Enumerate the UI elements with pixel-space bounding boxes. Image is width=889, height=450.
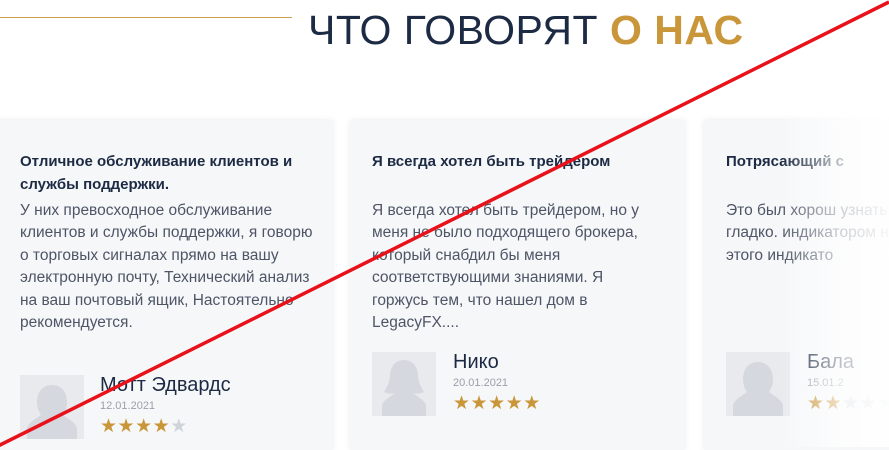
star-icon: ★ — [100, 416, 118, 437]
user-silhouette-icon — [372, 352, 436, 416]
star-icon: ★ — [117, 416, 136, 437]
star-icon: ★ — [170, 416, 188, 437]
heading-rule — [0, 17, 292, 18]
review-date: 20.01.2021 — [453, 377, 509, 389]
author-name: Мотт Эдвардс — [100, 374, 231, 396]
star-icon: ★ — [859, 393, 878, 414]
star-icon: ★ — [470, 393, 489, 414]
user-silhouette-icon — [726, 352, 790, 416]
review-title: Отличное обслуживание клиентов и службы … — [20, 153, 293, 193]
review-card: Я всегда хотел быть трейдером Я всегда х… — [350, 120, 685, 450]
review-text: Это был хорош узнать об индик прошла гла… — [726, 202, 889, 264]
review-text: У них превосходное обслуживание клиентов… — [20, 202, 313, 332]
heading-accent: О НАС — [609, 7, 744, 53]
user-silhouette-icon — [20, 375, 84, 439]
author-name: Бала — [807, 351, 855, 373]
star-rating: ★★★★★ — [453, 394, 541, 414]
author-name: Нико — [453, 351, 499, 373]
review-date: 12.01.2021 — [100, 400, 156, 412]
heading-main: ЧТО ГОВОРЯТ — [308, 7, 610, 53]
review-card: Отличное обслуживание клиентов и службы … — [0, 120, 333, 450]
review-card: Потрясающий с Это был хорош узнать об ин… — [704, 120, 889, 450]
star-icon: ★ — [505, 393, 524, 414]
review-author-block: Нико 20.01.2021 ★★★★★ — [453, 349, 541, 414]
star-icon: ★ — [453, 393, 471, 414]
star-icon: ★ — [807, 393, 825, 414]
review-date: 15.01.2 — [807, 377, 844, 389]
star-icon: ★ — [523, 393, 541, 414]
review-text: Я всегда хотел быть трейдером, но у меня… — [372, 202, 640, 332]
star-rating: ★★★★★ — [807, 394, 889, 414]
section-heading: ЧТО ГОВОРЯТ О НАС — [308, 2, 744, 58]
star-icon: ★ — [152, 416, 171, 437]
review-author-block: Мотт Эдвардс 12.01.2021 ★★★★★ — [100, 372, 231, 437]
review-title: Потрясающий с — [726, 153, 844, 170]
star-icon: ★ — [877, 393, 889, 414]
star-rating: ★★★★★ — [100, 417, 231, 437]
review-author-block: Бала 15.01.2 ★★★★★ — [807, 349, 889, 414]
star-icon: ★ — [842, 393, 860, 414]
star-icon: ★ — [135, 416, 153, 437]
star-icon: ★ — [488, 393, 506, 414]
review-title: Я всегда хотел быть трейдером — [372, 153, 611, 170]
star-icon: ★ — [824, 393, 843, 414]
